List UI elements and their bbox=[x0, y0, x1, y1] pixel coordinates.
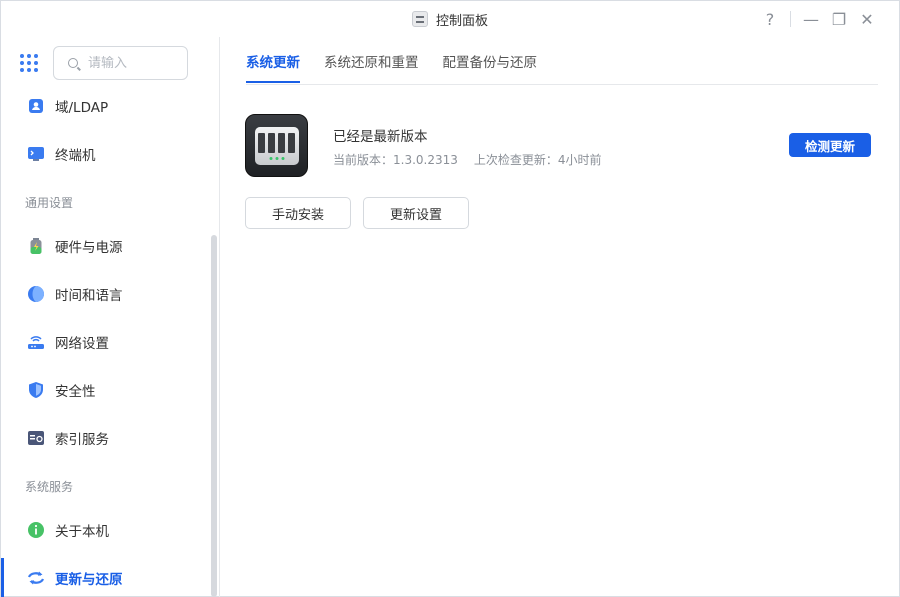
info-icon bbox=[28, 522, 44, 538]
close-icon[interactable]: ✕ bbox=[853, 7, 881, 31]
update-status-title: 已经是最新版本 bbox=[333, 129, 428, 145]
sidebar-item-time-language[interactable]: 时间和语言 bbox=[1, 274, 213, 314]
restore-icon[interactable]: ❐ bbox=[825, 7, 853, 31]
sidebar: 域/LDAP 终端机 通用设置 硬件与电源 时间和语言 网络设置 安全性 索引服… bbox=[1, 37, 220, 597]
main-content: 系统更新 系统还原和重置 配置备份与还原 已经是最新版本 当前版本：1.3.0.… bbox=[221, 37, 899, 597]
tab-system-update[interactable]: 系统更新 bbox=[246, 37, 300, 85]
tab-config-backup-restore[interactable]: 配置备份与还原 bbox=[443, 37, 538, 85]
minimize-icon[interactable]: — bbox=[797, 7, 825, 31]
sidebar-item-label: 时间和语言 bbox=[55, 288, 123, 304]
app-grid-icon[interactable] bbox=[20, 54, 38, 72]
tab-bar: 系统更新 系统还原和重置 配置备份与还原 bbox=[246, 37, 878, 85]
sidebar-item-ldap[interactable]: 域/LDAP bbox=[1, 86, 213, 126]
sidebar-item-label: 更新与还原 bbox=[55, 572, 123, 588]
search-icon bbox=[68, 58, 78, 68]
router-icon bbox=[28, 336, 44, 349]
shield-icon bbox=[29, 382, 43, 398]
tab-system-restore-reset[interactable]: 系统还原和重置 bbox=[324, 37, 419, 85]
sidebar-item-index-service[interactable]: 索引服务 bbox=[1, 418, 213, 458]
section-system-services: 系统服务 bbox=[25, 480, 74, 494]
refresh-icon bbox=[27, 571, 45, 585]
window-title: 控制面板 bbox=[435, 13, 488, 29]
update-settings-button[interactable]: 更新设置 bbox=[363, 197, 469, 229]
control-panel-window: 控制面板 ? — ❐ ✕ 域/LDAP 终端机 通用设置 硬件与电源 bbox=[0, 0, 900, 597]
sidebar-item-hardware-power[interactable]: 硬件与电源 bbox=[1, 226, 213, 266]
window-controls: ? — ❐ ✕ bbox=[756, 7, 881, 31]
index-icon bbox=[28, 431, 44, 445]
version-info: 当前版本：1.3.0.2313 上次检查更新：4小时前 bbox=[333, 151, 602, 168]
title-bar: 控制面板 ? — ❐ ✕ bbox=[1, 1, 899, 37]
sidebar-item-security[interactable]: 安全性 bbox=[1, 370, 213, 410]
sidebar-item-label: 关于本机 bbox=[55, 524, 109, 540]
search-box[interactable] bbox=[53, 46, 188, 80]
nas-device-icon bbox=[245, 114, 308, 177]
sidebar-item-network[interactable]: 网络设置 bbox=[1, 322, 213, 362]
terminal-icon bbox=[28, 147, 44, 161]
sidebar-item-label: 终端机 bbox=[55, 148, 96, 164]
globe-icon bbox=[28, 286, 44, 302]
ldap-icon bbox=[29, 99, 43, 113]
sidebar-scrollbar[interactable] bbox=[211, 235, 217, 597]
battery-icon bbox=[30, 238, 42, 254]
sidebar-item-label: 域/LDAP bbox=[55, 100, 109, 116]
sidebar-item-label: 网络设置 bbox=[55, 336, 109, 352]
check-update-button[interactable]: 检测更新 bbox=[789, 133, 871, 157]
sidebar-item-label: 安全性 bbox=[55, 384, 96, 400]
current-version: 当前版本：1.3.0.2313 bbox=[333, 153, 458, 167]
help-icon[interactable]: ? bbox=[756, 7, 784, 31]
sidebar-item-update-restore[interactable]: 更新与还原 bbox=[1, 558, 213, 597]
sidebar-item-terminal[interactable]: 终端机 bbox=[1, 134, 213, 174]
sidebar-item-about[interactable]: 关于本机 bbox=[1, 510, 213, 550]
sidebar-item-label: 硬件与电源 bbox=[55, 240, 123, 256]
search-input[interactable] bbox=[88, 55, 178, 71]
divider bbox=[790, 11, 791, 27]
manual-install-button[interactable]: 手动安装 bbox=[245, 197, 351, 229]
control-panel-icon bbox=[411, 11, 428, 27]
section-general-settings: 通用设置 bbox=[25, 196, 74, 210]
last-check-time: 上次检查更新：4小时前 bbox=[473, 153, 602, 167]
sidebar-item-label: 索引服务 bbox=[55, 432, 109, 448]
